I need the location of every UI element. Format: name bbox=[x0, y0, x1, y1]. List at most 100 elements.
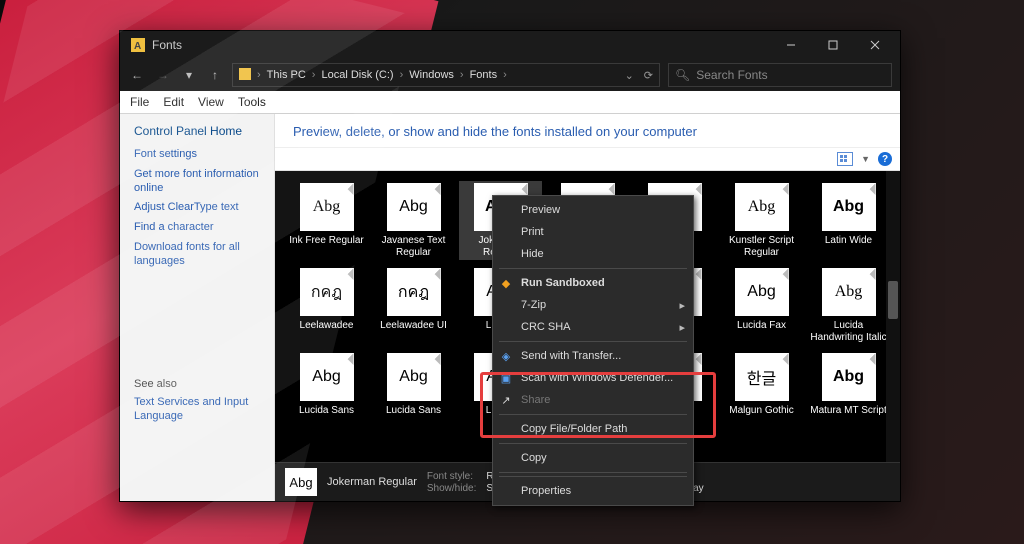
ctx-item-label: Send with Transfer... bbox=[521, 350, 621, 362]
help-icon[interactable]: ? bbox=[878, 152, 892, 166]
sidebar-link[interactable]: Get more font information online bbox=[134, 168, 260, 196]
ctx-item-crc-sha[interactable]: CRC SHA ▸ bbox=[493, 316, 693, 338]
ctx-item-icon: ▣ bbox=[499, 371, 513, 385]
ctx-item-preview[interactable]: Preview bbox=[493, 199, 693, 221]
desktop-background: A Fonts ← → ▾ ↑ › This PC› Local Disk (C… bbox=[0, 0, 1024, 544]
font-item[interactable]: 한글 Malgun Gothic bbox=[720, 351, 803, 429]
font-item[interactable]: กคฎ Leelawadee UI bbox=[372, 266, 455, 345]
font-label: Lucida Sans bbox=[386, 405, 441, 427]
font-thumbnail: Abg bbox=[387, 183, 441, 231]
svg-text:A: A bbox=[134, 41, 141, 52]
sidebar-link[interactable]: Download fonts for all languages bbox=[134, 241, 260, 269]
ctx-item-label: Properties bbox=[521, 485, 571, 497]
font-thumbnail: Abg bbox=[300, 353, 354, 401]
font-label: Leelawadee bbox=[300, 320, 354, 342]
ctx-item-label: 7-Zip bbox=[521, 299, 546, 311]
menu-file[interactable]: File bbox=[130, 95, 149, 109]
font-thumbnail: กคฎ bbox=[387, 268, 441, 316]
view-options-icon[interactable] bbox=[837, 152, 853, 166]
font-item[interactable]: AbgLucida Sans bbox=[372, 351, 455, 429]
ctx-item-share: ↗Share bbox=[493, 389, 693, 411]
refresh-icon[interactable]: ⟳ bbox=[644, 69, 653, 82]
fonts-folder-icon bbox=[239, 68, 251, 83]
view-toolbar: ▼ ? bbox=[275, 147, 900, 171]
scrollbar[interactable] bbox=[886, 171, 900, 501]
up-button[interactable]: ↑ bbox=[206, 68, 224, 82]
font-item[interactable]: AbgJavanese Text Regular bbox=[372, 181, 455, 260]
ctx-item--zip[interactable]: 7-Zip ▸ bbox=[493, 294, 693, 316]
sidebar-link[interactable]: Font settings bbox=[134, 148, 260, 162]
breadcrumb[interactable]: Windows bbox=[409, 69, 454, 81]
font-label: Malgun Gothic bbox=[729, 405, 793, 427]
back-button[interactable]: ← bbox=[128, 68, 146, 82]
control-panel-home-link[interactable]: Control Panel Home bbox=[134, 124, 260, 138]
search-box[interactable]: 🔍︎ Search Fonts bbox=[668, 63, 892, 87]
font-item[interactable]: Abg Matura MT Script bbox=[807, 351, 890, 429]
ctx-item-scan-with-windows-defender-[interactable]: ▣ Scan with Windows Defender... bbox=[493, 367, 693, 389]
font-label: Matura MT Script bbox=[810, 405, 887, 427]
minimize-button[interactable] bbox=[770, 31, 812, 59]
details-font-name: Jokerman Regular bbox=[327, 476, 417, 488]
font-thumbnail: กคฎ bbox=[300, 268, 354, 316]
view-dropdown-icon[interactable]: ▼ bbox=[861, 154, 870, 164]
ctx-item-label: Run Sandboxed bbox=[521, 277, 605, 289]
font-label: Leelawadee UI bbox=[380, 320, 447, 342]
close-button[interactable] bbox=[854, 31, 896, 59]
address-dropdown-icon[interactable]: ⌄ bbox=[625, 69, 634, 82]
sidebar: Control Panel Home Font settings Get mor… bbox=[120, 114, 275, 501]
ctx-item-hide[interactable]: Hide bbox=[493, 243, 693, 265]
menu-edit[interactable]: Edit bbox=[163, 95, 184, 109]
submenu-arrow-icon: ▸ bbox=[679, 321, 685, 334]
ctx-item-label: Print bbox=[521, 226, 544, 238]
font-item[interactable]: AbgInk Free Regular bbox=[285, 181, 368, 260]
font-thumbnail: Abg bbox=[735, 268, 789, 316]
font-item[interactable]: Abg Kunstler Script Regular bbox=[720, 181, 803, 260]
address-bar[interactable]: › This PC› Local Disk (C:)› Windows› Fon… bbox=[232, 63, 660, 87]
breadcrumb[interactable]: Local Disk (C:) bbox=[321, 69, 393, 81]
font-item[interactable]: กคฎ Leelawadee bbox=[285, 266, 368, 345]
font-label: Ink Free Regular bbox=[289, 235, 363, 257]
ctx-item-print[interactable]: Print bbox=[493, 221, 693, 243]
font-label: Kunstler Script Regular bbox=[722, 235, 801, 258]
ctx-item-label: Copy bbox=[521, 452, 547, 464]
submenu-arrow-icon: ▸ bbox=[679, 299, 685, 312]
breadcrumb[interactable]: This PC bbox=[267, 69, 306, 81]
ctx-item-copy[interactable]: Copy bbox=[493, 447, 693, 469]
ctx-item-label: Scan with Windows Defender... bbox=[521, 372, 673, 384]
menubar: File Edit View Tools bbox=[120, 91, 900, 114]
breadcrumb[interactable]: Fonts bbox=[470, 69, 498, 81]
ctx-item-label: Hide bbox=[521, 248, 544, 260]
scrollbar-thumb[interactable] bbox=[888, 281, 898, 319]
font-thumbnail: Abg bbox=[822, 353, 876, 401]
font-label: Latin Wide bbox=[825, 235, 872, 257]
menu-tools[interactable]: Tools bbox=[238, 95, 266, 109]
titlebar[interactable]: A Fonts bbox=[120, 31, 900, 59]
font-item[interactable]: AbgLucida Sans bbox=[285, 351, 368, 429]
font-thumbnail: Abg bbox=[822, 268, 876, 316]
font-thumbnail: 한글 bbox=[735, 353, 789, 401]
ctx-item-icon: ◈ bbox=[499, 349, 513, 363]
font-thumbnail: Abg bbox=[735, 183, 789, 231]
sidebar-link[interactable]: Adjust ClearType text bbox=[134, 201, 260, 215]
ctx-item-icon: ↗ bbox=[499, 393, 513, 407]
ctx-item-properties[interactable]: Properties bbox=[493, 480, 693, 502]
recent-dropdown[interactable]: ▾ bbox=[180, 68, 198, 82]
ctx-item-label: Preview bbox=[521, 204, 560, 216]
sidebar-link[interactable]: Text Services and Input Language bbox=[134, 396, 260, 424]
menu-view[interactable]: View bbox=[198, 95, 224, 109]
page-title: Preview, delete, or show and hide the fo… bbox=[275, 114, 900, 147]
ctx-item-run-sandboxed[interactable]: ◆Run Sandboxed bbox=[493, 272, 693, 294]
font-item[interactable]: AbgLucida Handwriting Italic bbox=[807, 266, 890, 345]
forward-button[interactable]: → bbox=[154, 68, 172, 82]
search-placeholder: Search Fonts bbox=[696, 68, 767, 82]
sidebar-link[interactable]: Find a character bbox=[134, 221, 260, 235]
ctx-item-copy-file-folder-path[interactable]: Copy File/Folder Path bbox=[493, 418, 693, 440]
font-label: Lucida Fax bbox=[737, 320, 786, 342]
ctx-item-label: CRC SHA bbox=[521, 321, 571, 333]
maximize-button[interactable] bbox=[812, 31, 854, 59]
context-menu: PreviewPrintHide◆Run Sandboxed7-Zip▸CRC … bbox=[492, 195, 694, 506]
details-thumbnail: Abg bbox=[285, 468, 317, 496]
font-item[interactable]: AbgLatin Wide bbox=[807, 181, 890, 260]
ctx-item-send-with-transfer-[interactable]: ◈ Send with Transfer... bbox=[493, 345, 693, 367]
font-item[interactable]: Abg Lucida Fax bbox=[720, 266, 803, 345]
